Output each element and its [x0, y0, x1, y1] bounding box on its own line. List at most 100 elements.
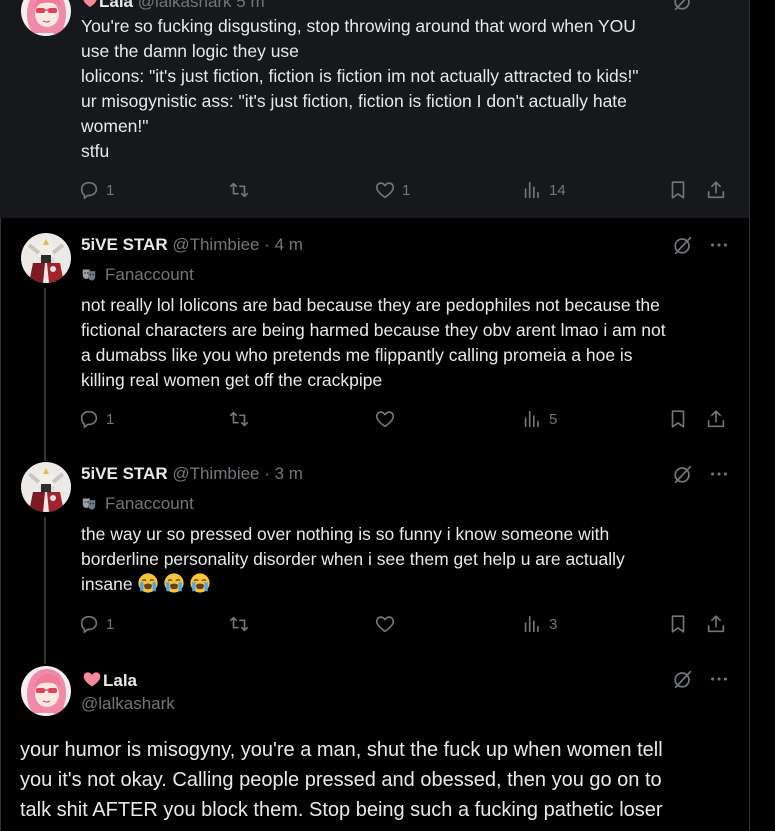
repost-button[interactable]	[228, 408, 250, 430]
share-icon	[705, 179, 727, 201]
more-icon[interactable]	[708, 463, 730, 485]
share-icon	[705, 613, 727, 635]
reply-count: 1	[106, 181, 115, 199]
views-button[interactable]: 3	[521, 613, 557, 635]
post-top-icons	[672, 0, 694, 12]
grok-icon[interactable]	[672, 234, 694, 256]
avatar[interactable]	[21, 0, 71, 36]
post-time[interactable]: · 4 m	[264, 235, 303, 254]
post-body: You're so fucking disgusting, stop throw…	[81, 14, 731, 164]
post-body: your humor is misogyny, you're a man, sh…	[20, 735, 760, 825]
post-lala-focused[interactable]: Lala @lalkashark your humor is misogyny,…	[0, 649, 775, 831]
grok-icon[interactable]	[672, 463, 694, 485]
like-icon	[374, 179, 396, 201]
repost-icon	[228, 179, 250, 201]
view-count: 5	[549, 410, 558, 428]
thread-connector	[44, 517, 46, 649]
bookmark-button[interactable]	[667, 179, 689, 201]
loudly-crying-face-icon	[189, 572, 211, 594]
post-body: the way ur so pressed over nothing is so…	[81, 522, 731, 597]
post-thimbiee-2[interactable]: 5iVE STAR @Thimbiee · 3 m Fanaccount the…	[0, 446, 775, 649]
reply-button[interactable]: 1	[78, 613, 114, 635]
theater-mask-icon	[81, 268, 97, 282]
share-button[interactable]	[705, 179, 727, 201]
display-name[interactable]: 5iVE STAR	[81, 235, 168, 254]
like-button[interactable]	[374, 613, 396, 635]
post-line: lolicons: "it's just fiction, fiction is…	[81, 66, 639, 86]
post-line: the way ur so pressed over nothing is so…	[81, 524, 610, 544]
post-line: women!"	[81, 116, 149, 136]
bookmark-button[interactable]	[667, 613, 689, 635]
like-button[interactable]	[374, 408, 396, 430]
post-line: a dumabss like you who pretends me flipp…	[81, 345, 633, 365]
reply-count: 1	[106, 410, 115, 428]
post-line: you it's not okay. Calling people presse…	[20, 769, 662, 791]
user-handle[interactable]: @lalkashark	[81, 694, 175, 714]
share-button[interactable]	[705, 408, 727, 430]
views-icon	[521, 613, 543, 635]
view-count: 14	[549, 181, 566, 199]
avatar[interactable]	[21, 233, 71, 283]
user-handle[interactable]: @Thimbiee	[172, 464, 259, 483]
post-header: 5iVE STAR @Thimbiee · 3 m	[81, 464, 303, 484]
reply-button[interactable]: 1	[78, 179, 114, 201]
reply-icon	[78, 179, 100, 201]
post-line-with-emoji: insane	[81, 572, 731, 597]
bookmark-icon	[667, 613, 689, 635]
post-line: insane	[81, 574, 133, 594]
post-top-icons	[672, 463, 730, 485]
views-button[interactable]: 5	[521, 408, 557, 430]
display-name[interactable]: 5iVE STAR	[81, 464, 168, 483]
reply-icon	[78, 408, 100, 430]
post-thimbiee-1[interactable]: 5iVE STAR @Thimbiee · 4 m Fanaccount not…	[0, 218, 775, 446]
affiliate-badge[interactable]: Fanaccount	[81, 494, 194, 514]
view-count: 3	[549, 615, 558, 633]
post-actions: 1 5	[78, 408, 738, 432]
loudly-crying-face-icon	[163, 572, 185, 594]
repost-button[interactable]	[228, 613, 250, 635]
user-handle[interactable]: @lalkashark	[138, 0, 232, 11]
like-button[interactable]: 1	[374, 179, 410, 201]
post-line: stfu	[81, 141, 110, 161]
more-icon[interactable]	[708, 234, 730, 256]
display-name[interactable]: Lala	[99, 0, 133, 11]
post-header: 5iVE STAR @Thimbiee · 4 m	[81, 235, 303, 255]
post-line: not really lol lolicons are bad because …	[81, 295, 660, 315]
avatar[interactable]	[21, 462, 71, 512]
bookmark-icon	[667, 179, 689, 201]
post-header: Lala @lalkashark 5 m	[81, 0, 265, 12]
post-line: fictional characters are being harmed be…	[81, 320, 666, 340]
post-top-icons	[672, 234, 730, 256]
heart-emoji-icon	[81, 669, 103, 689]
thread-connector	[44, 649, 46, 664]
affiliate-badge[interactable]: Fanaccount	[81, 265, 194, 285]
display-name[interactable]: Lala	[103, 671, 137, 690]
avatar[interactable]	[21, 666, 71, 716]
reply-button[interactable]: 1	[78, 408, 114, 430]
post-time[interactable]: 5 m	[236, 0, 264, 11]
post-time[interactable]: · 3 m	[264, 464, 303, 483]
post-line: your humor is misogyny, you're a man, sh…	[20, 739, 663, 761]
like-icon	[374, 613, 396, 635]
share-button[interactable]	[705, 613, 727, 635]
badge-label: Fanaccount	[105, 265, 194, 284]
repost-icon	[228, 613, 250, 635]
repost-icon	[228, 408, 250, 430]
bookmark-button[interactable]	[667, 408, 689, 430]
repost-button[interactable]	[228, 179, 250, 201]
post-line: borderline personality disorder when i s…	[81, 549, 625, 569]
post-actions: 1 3	[78, 613, 738, 637]
post-line: killing real women get off the crackpipe	[81, 370, 383, 390]
user-handle[interactable]: @Thimbiee	[172, 235, 259, 254]
post-lala-1[interactable]: Lala @lalkashark 5 m You're so fucking d…	[0, 0, 749, 218]
more-icon[interactable]	[708, 668, 730, 690]
like-icon	[374, 408, 396, 430]
grok-icon[interactable]	[672, 668, 694, 690]
loudly-crying-face-icon	[137, 572, 159, 594]
post-line: use the damn logic they use	[81, 41, 299, 61]
views-icon	[521, 408, 543, 430]
badge-label: Fanaccount	[105, 494, 194, 513]
post-line: You're so fucking disgusting, stop throw…	[81, 16, 636, 36]
grok-icon[interactable]	[672, 0, 694, 12]
views-button[interactable]: 14	[521, 179, 566, 201]
